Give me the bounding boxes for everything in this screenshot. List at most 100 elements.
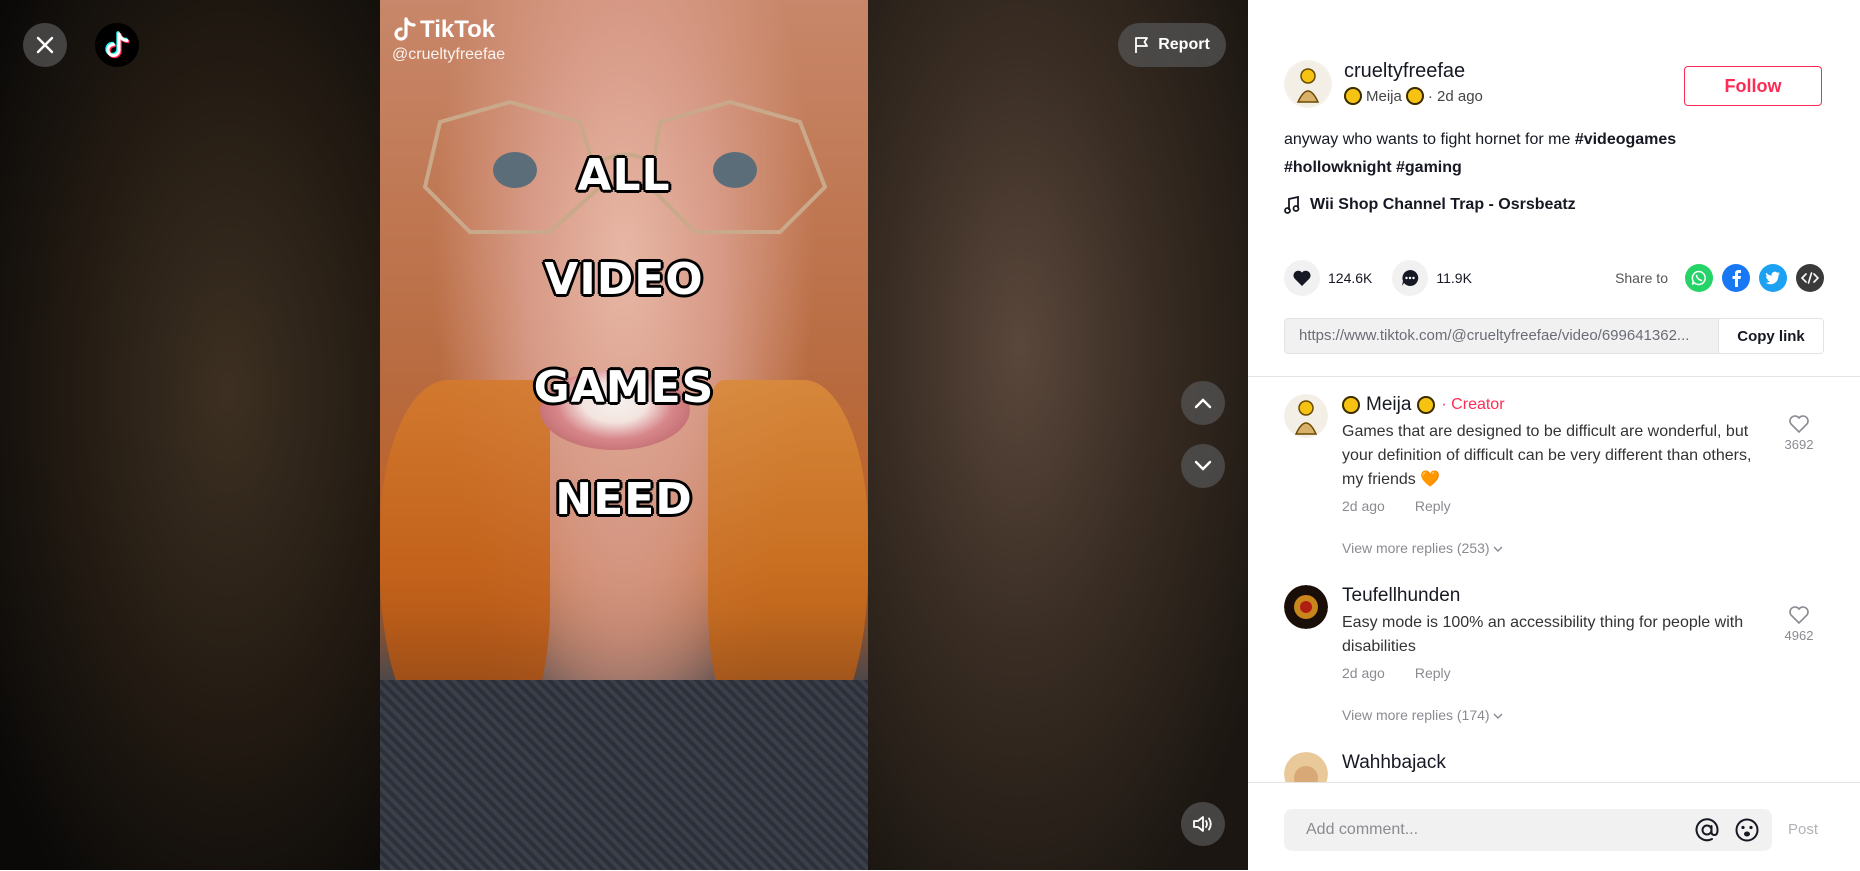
sun-emoji-icon [1417,396,1436,414]
heart-outline-icon [1789,415,1809,434]
reply-button[interactable]: Reply [1415,665,1451,681]
author-block: crueltyfreefae Meija · 2d ago [1284,60,1483,108]
watermark-handle: @crueltyfreefae [392,46,506,63]
comment-like-button[interactable]: 3692 [1774,414,1824,452]
twitter-share-button[interactable] [1759,264,1787,292]
tiktok-note-icon [394,17,416,41]
comment-like-count: 4962 [1784,628,1814,643]
comment-input[interactable] [1304,820,1684,840]
report-label: Report [1158,36,1210,53]
mention-icon[interactable] [1694,817,1720,843]
comment-text: Games that are designed to be difficult … [1342,420,1772,492]
copy-link-button[interactable]: Copy link [1718,319,1823,353]
heart-icon [1293,270,1311,286]
view-more-label: View more replies (253) [1342,540,1490,556]
orange-heart-emoji: 🧡 [1420,471,1441,488]
hashtag-videogames[interactable]: #videogames [1575,131,1676,148]
hashtag-gaming[interactable]: #gaming [1396,159,1462,176]
comment-list[interactable]: Meija · Creator Games that are designed … [1248,377,1860,782]
reply-button[interactable]: Reply [1415,498,1451,514]
chevron-up-icon [1194,398,1212,409]
comment-avatar[interactable] [1284,585,1328,629]
comment-meta: 2d ago Reply [1342,665,1772,681]
comment-author[interactable]: Meija · Creator [1342,394,1772,416]
comment-count: 11.9K [1436,270,1472,286]
video-overlay-word: GAMES [533,362,715,413]
comment-avatar[interactable] [1284,752,1328,782]
view-more-replies-button[interactable]: View more replies (253) [1342,540,1772,556]
follow-button[interactable]: Follow [1684,66,1822,106]
tiktok-logo-button[interactable] [95,23,139,67]
tiktok-watermark: TikTok @crueltyfreefae [392,16,505,64]
video-overlay-word: VIDEO [544,254,704,305]
close-button[interactable] [23,23,67,67]
author-display-name: Meija [1366,87,1402,105]
whatsapp-icon [1691,270,1706,286]
whatsapp-share-button[interactable] [1685,264,1713,292]
emoji-icon[interactable] [1734,817,1760,843]
video-link-url[interactable]: https://www.tiktok.com/@crueltyfreefae/v… [1285,319,1718,353]
comment-bubble-icon [1402,269,1419,286]
video-link-box: https://www.tiktok.com/@crueltyfreefae/v… [1284,318,1824,354]
description-text: anyway who wants to fight hornet for me [1284,131,1575,148]
video-description: anyway who wants to fight hornet for me … [1284,126,1824,182]
music-note-icon [1284,196,1300,214]
volume-button[interactable] [1181,802,1225,846]
close-icon [36,36,54,54]
embed-share-button[interactable] [1796,264,1824,292]
blurred-background-left [0,0,380,870]
video-player[interactable]: ALL VIDEO GAMES NEED [380,0,868,870]
author-username[interactable]: crueltyfreefae [1344,60,1483,83]
music-link[interactable]: Wii Shop Channel Trap - Osrsbeatz [1284,196,1576,214]
hashtag-hollowknight[interactable]: #hollowknight [1284,159,1392,176]
heart-outline-icon [1789,606,1809,625]
sun-emoji-icon [1342,396,1360,414]
view-more-label: View more replies (174) [1342,707,1490,723]
next-video-button[interactable] [1181,444,1225,488]
comment-time: 2d ago [1342,665,1385,681]
like-button[interactable] [1284,260,1320,296]
comment-avatar[interactable] [1284,394,1328,438]
chevron-down-icon [1194,460,1212,471]
sun-emoji-icon [1344,87,1362,105]
author-avatar[interactable] [1284,60,1332,108]
report-button[interactable]: Report [1118,23,1226,67]
author-subline: Meija · 2d ago [1344,87,1483,105]
share-label: Share to [1615,270,1668,286]
comment-button[interactable] [1392,260,1429,296]
comment-avatar-image [1284,752,1328,782]
comment-time: 2d ago [1342,498,1385,514]
video-overlay-word: NEED [555,474,693,525]
comment-author[interactable]: Wahhbajack [1342,752,1772,774]
creator-badge: · Creator [1441,396,1505,413]
speaker-icon [1193,816,1212,832]
comment-avatar-image [1284,585,1328,629]
like-count: 124.6K [1328,270,1373,286]
comment-avatar-image [1284,394,1328,438]
blurred-background-right [868,0,1248,870]
sun-emoji-icon [1405,87,1424,105]
comment-text-body: Games that are designed to be difficult … [1342,423,1752,488]
facebook-icon [1732,270,1741,287]
comment-author[interactable]: Teufellhunden [1342,585,1772,607]
side-panel: crueltyfreefae Meija · 2d ago Follow any… [1248,0,1860,871]
view-more-replies-button[interactable]: View more replies (174) [1342,707,1772,723]
comment-author-name: Meija [1366,394,1412,415]
comment-meta: 2d ago Reply [1342,498,1772,514]
post-time: · 2d ago [1427,87,1483,105]
music-title: Wii Shop Channel Trap - Osrsbeatz [1310,196,1576,213]
comment-input-box [1284,809,1772,851]
comment-text: Easy mode is 100% an accessibility thing… [1342,614,1744,655]
facebook-share-button[interactable] [1722,264,1750,292]
chevron-down-icon [1493,546,1503,552]
previous-video-button[interactable] [1181,381,1225,425]
chevron-down-icon [1493,713,1503,719]
video-stage: ALL VIDEO GAMES NEED TikTok @crueltyfree… [0,0,1248,870]
tiktok-logo-icon [105,31,130,59]
author-avatar-image [1286,62,1330,106]
add-comment-bar: Post [1248,782,1860,871]
comment-like-button[interactable]: 4962 [1774,605,1824,643]
post-button[interactable]: Post [1788,809,1818,851]
comment-item: Wahhbajack [1284,752,1824,782]
comment-item: Teufellhunden Easy mode is 100% an acces… [1284,585,1824,745]
